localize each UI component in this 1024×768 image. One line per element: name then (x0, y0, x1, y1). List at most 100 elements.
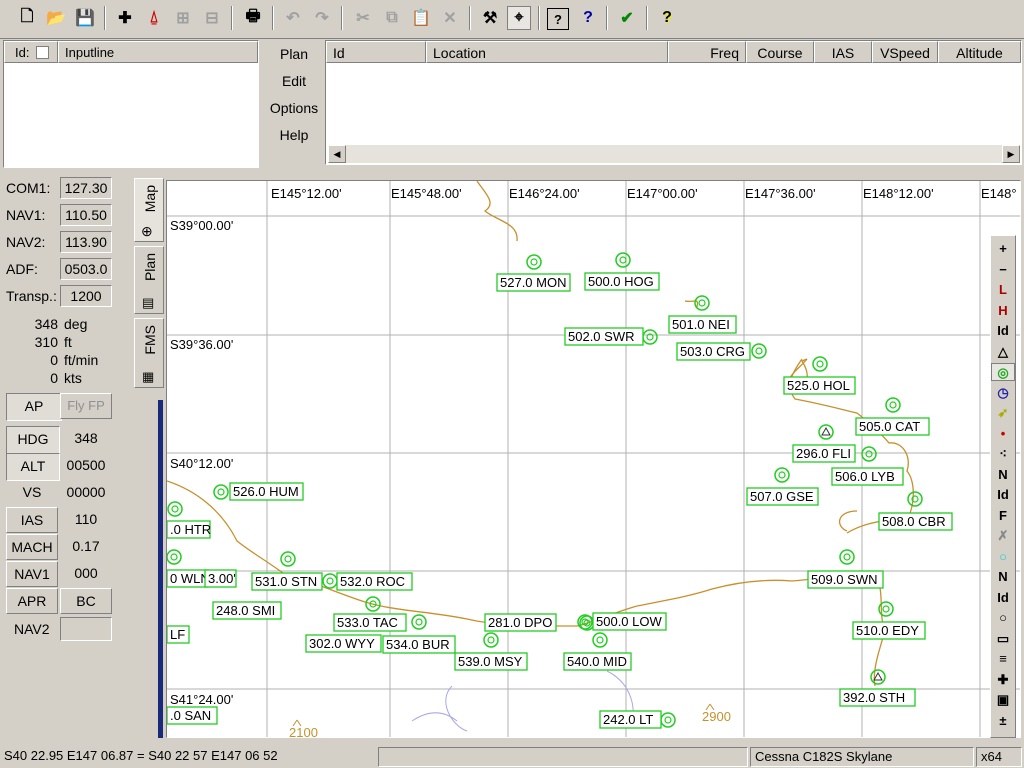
column-header-ias[interactable]: IAS (814, 41, 872, 63)
mach-button[interactable]: MACH (6, 534, 58, 560)
map-tool-icon[interactable]: Id (991, 322, 1015, 340)
nav1-field[interactable]: 110.50 (60, 204, 112, 226)
station-marker[interactable]: 508.0 CBR (878, 491, 953, 531)
map-tool-icon[interactable]: ◷ (991, 384, 1015, 402)
horizontal-scrollbar[interactable]: ◀ ▶ (328, 145, 1020, 163)
add-airport-icon[interactable]: ⍙ (142, 6, 166, 30)
ias-button[interactable]: IAS (6, 507, 58, 533)
map-tool-icon[interactable]: N (991, 568, 1015, 586)
bc-button[interactable]: BC (60, 588, 112, 614)
tab-plan[interactable]: Plan ▤ (134, 246, 164, 314)
tab-fms[interactable]: FMS ▦ (134, 318, 164, 388)
station-marker[interactable]: 502.0 SWR (564, 327, 658, 346)
map-tool-icon[interactable]: H (991, 302, 1015, 320)
map-tool-icon[interactable]: L (991, 281, 1015, 299)
map-view[interactable]: E145°12.00' E145°48.00' E146°24.00' E147°00… (166, 180, 1021, 738)
apr-button[interactable]: APR (6, 588, 58, 614)
station-marker[interactable]: .0 HTR (167, 501, 211, 539)
fly-fp-button[interactable]: Fly FP (60, 393, 112, 419)
map-tool-icon[interactable]: ➶ (991, 404, 1015, 422)
nav2-field[interactable]: 113.90 (60, 231, 112, 253)
menu-plan[interactable]: Plan (268, 46, 320, 62)
station-marker[interactable]: 296.0 FLI (792, 424, 856, 463)
new-icon[interactable]: 🗋 (15, 6, 39, 30)
station-marker[interactable]: 302.0 WYY (305, 634, 382, 653)
map-tool-icon[interactable]: + (991, 240, 1015, 258)
map-canvas[interactable]: E145°12.00' E145°48.00' E146°24.00' E147°00… (167, 181, 1021, 738)
check-icon[interactable]: ✔ (615, 6, 639, 30)
ap-button[interactable]: AP (6, 393, 62, 421)
station-marker[interactable]: .0 SAN (167, 706, 218, 725)
station-marker[interactable]: 248.0 SMI (212, 601, 282, 620)
column-header-id[interactable]: Id (326, 41, 426, 63)
station-marker[interactable]: 539.0 MSY (454, 632, 528, 671)
cut-icon[interactable]: ✂ (351, 6, 375, 30)
column-header-freq[interactable]: Freq (668, 41, 746, 63)
map-tool-icon[interactable]: − (991, 261, 1015, 279)
station-marker[interactable]: 505.0 CAT (855, 397, 930, 436)
insert-icon[interactable]: ⊞ (171, 6, 195, 30)
vs-button[interactable]: VS (6, 480, 58, 506)
station-marker[interactable]: 507.0 GSE (746, 467, 819, 506)
map-tool-icon[interactable]: ▣ (991, 691, 1015, 709)
station-marker[interactable]: 503.0 CRG (676, 342, 767, 361)
map-tool-icon[interactable]: • (991, 425, 1015, 443)
map-tool-icon[interactable]: ≡ (991, 650, 1015, 668)
inputline-field[interactable] (6, 65, 256, 165)
alt-button[interactable]: ALT (6, 453, 60, 481)
map-tool-icon[interactable]: △ (991, 343, 1015, 361)
copy-icon[interactable]: ⧉ (380, 6, 404, 30)
station-marker[interactable]: 3.00' (204, 569, 237, 588)
redo-icon[interactable]: ↷ (310, 6, 334, 30)
station-marker[interactable]: 510.0 EDY (852, 601, 926, 640)
locate-icon[interactable]: ⌖ (507, 6, 531, 30)
map-tool-icon[interactable]: N (991, 466, 1015, 484)
station-marker[interactable]: 540.0 MID (563, 632, 632, 671)
tab-map[interactable]: Map ⊕ (134, 178, 164, 242)
open-icon[interactable]: 📂 (44, 6, 68, 30)
map-tool-icon[interactable]: ✗ (991, 527, 1015, 545)
map-tool-icon[interactable]: ± (991, 712, 1015, 730)
station-marker[interactable]: 525.0 HOL (783, 356, 856, 395)
station-marker[interactable]: LF (167, 625, 190, 644)
column-header-altitude[interactable]: Altitude (938, 41, 1021, 63)
adf-field[interactable]: 0503.0 (60, 258, 112, 280)
undo-icon[interactable]: ↶ (281, 6, 305, 30)
about-icon[interactable]: ? (655, 6, 679, 30)
save-icon[interactable]: 💾 (73, 6, 97, 30)
station-marker[interactable]: 526.0 HUM (213, 482, 304, 501)
nav1-ap-button[interactable]: NAV1 (6, 561, 58, 587)
station-marker[interactable]: 533.0 TAC (333, 596, 407, 632)
map-tool-icon[interactable]: ○ (991, 548, 1015, 566)
station-marker[interactable]: 0 WLN (167, 549, 210, 588)
menu-edit[interactable]: Edit (268, 73, 320, 89)
map-tool-icon[interactable]: Id (991, 589, 1015, 607)
delete-icon[interactable]: ⊟ (200, 6, 224, 30)
map-tool-icon[interactable]: ⁖ (991, 445, 1015, 463)
map-tool-icon[interactable]: Id (991, 486, 1015, 504)
map-tool-icon[interactable]: F (991, 507, 1015, 525)
scroll-right-icon[interactable]: ▶ (1002, 145, 1020, 163)
column-header-vspeed[interactable]: VSpeed (872, 41, 938, 63)
station-marker[interactable]: 501.0 NEI (668, 295, 737, 334)
column-header-course[interactable]: Course (746, 41, 814, 63)
menu-help[interactable]: Help (268, 127, 320, 143)
station-marker[interactable]: 532.0 ROC (322, 572, 413, 591)
hdg-button[interactable]: HDG (6, 426, 60, 454)
column-header-location[interactable]: Location (426, 41, 668, 63)
paste-icon[interactable]: 📋 (409, 6, 433, 30)
context-help-icon[interactable]: ? (576, 6, 600, 30)
id-checkbox[interactable] (36, 46, 49, 59)
station-marker[interactable]: 509.0 SWN (807, 549, 884, 589)
hammer-icon[interactable]: ⚒ (478, 6, 502, 30)
help-topics-icon[interactable]: ? (547, 8, 569, 30)
station-marker[interactable]: 392.0 STH (839, 669, 916, 707)
map-tool-icon[interactable]: ○ (991, 609, 1015, 627)
print-icon[interactable]: 🖶 (241, 6, 265, 30)
menu-options[interactable]: Options (268, 100, 320, 116)
station-marker[interactable]: 242.0 LT (599, 710, 676, 729)
add-waypoint-icon[interactable]: ✚ (113, 6, 137, 30)
map-tool-icon[interactable]: ✚ (991, 671, 1015, 689)
transponder-field[interactable]: 1200 (60, 285, 112, 307)
map-tool-icon[interactable]: ◎ (991, 363, 1015, 381)
